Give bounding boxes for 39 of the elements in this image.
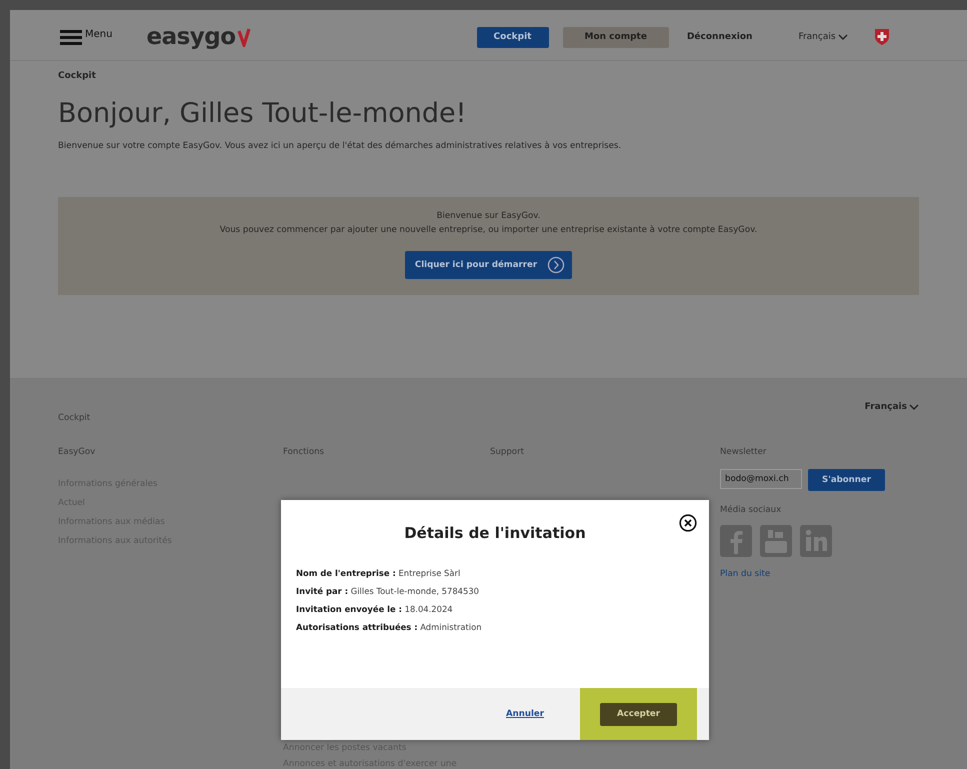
column-heading: Newsletter	[720, 447, 768, 457]
swiss-flag-icon	[874, 28, 890, 46]
language-selector[interactable]: Français	[864, 401, 919, 413]
close-icon	[679, 514, 697, 532]
close-button[interactable]	[679, 514, 697, 532]
chevron-down-icon	[909, 403, 919, 411]
start-button[interactable]: Cliquer ici pour démarrer	[404, 251, 572, 279]
detail-text: Autorisations attribuées : Administration	[296, 622, 483, 632]
nav-button[interactable]: Cockpit	[476, 26, 548, 48]
banner-heading: Bienvenue sur EasyGov.	[436, 211, 540, 221]
email-field[interactable]: bodo@moxi.ch	[720, 469, 802, 489]
menu-button[interactable]: Menu	[60, 29, 112, 45]
banner-text: Vous pouvez commencer par ajouter une nouvelle entreprise, ou importer une entreprise existante à votre compte EasyGov.	[220, 225, 758, 235]
nav-button[interactable]: Mon compte	[562, 26, 669, 48]
check-icon	[236, 27, 251, 47]
facebook-icon	[720, 525, 752, 557]
accept-button[interactable]: Accepter	[600, 702, 677, 726]
logout-link[interactable]: Déconnexion	[682, 26, 756, 48]
linkedin-icon	[800, 525, 832, 557]
detail-text: Invité par : Gilles Tout-le-monde, 5784530	[296, 586, 480, 596]
detail-text: Invitation envoyée le : 18.04.2024	[296, 604, 454, 614]
column-heading: Support	[490, 447, 525, 457]
logo[interactable]: easygo	[146, 24, 251, 50]
column-heading: Média sociaux	[720, 505, 782, 515]
language-selector[interactable]: Français	[798, 32, 848, 42]
dialog-title: Détails de l'invitation	[403, 524, 587, 542]
detail-text: Nom de l'entreprise : Entreprise Sàrl	[296, 568, 462, 578]
intro-text: Bienvenue sur votre compte EasyGov. Vous avez ici un aperçu de l'état des démarches administratives relatives à vos entreprises.	[58, 141, 622, 151]
column-heading: Fonctions	[283, 447, 326, 457]
breadcrumb[interactable]: Cockpit	[58, 71, 919, 81]
footer-breadcrumb[interactable]: Cockpit	[58, 401, 90, 437]
cancel-link[interactable]: Annuler	[500, 708, 550, 720]
column-heading: EasyGov	[58, 447, 96, 457]
sitemap-link[interactable]: Plan du site	[720, 569, 920, 579]
chevron-down-icon	[838, 33, 848, 41]
menu-icon	[60, 29, 82, 45]
page-title: Bonjour, Gilles Tout-le-monde!	[58, 98, 468, 129]
subscribe-button[interactable]: S'abonner	[808, 469, 885, 491]
arrow-circle-icon	[547, 256, 566, 274]
